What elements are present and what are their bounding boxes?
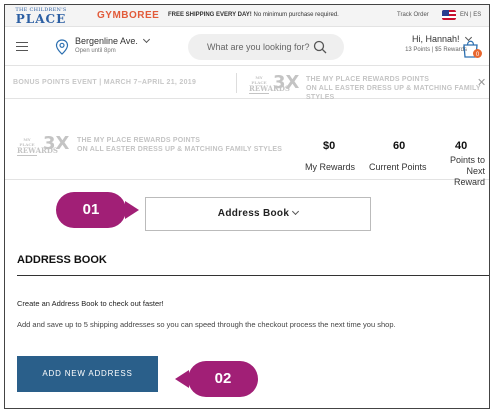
- address-book-intro: Create an Address Book to check out fast…: [17, 299, 164, 308]
- bonus-event-dates: BONUS POINTS EVENT | MARCH 7–APRIL 21, 2…: [13, 79, 197, 86]
- points-summary: 13 Points | $5 Rewards: [405, 47, 467, 53]
- language-selector[interactable]: EN | ES: [460, 12, 481, 18]
- us-flag-icon[interactable]: [442, 10, 456, 20]
- section-divider: [17, 275, 489, 276]
- callout-badge-01-label: 01: [82, 201, 100, 218]
- bonus-points-banner[interactable]: BONUS POINTS EVENT | MARCH 7–APRIL 21, 2…: [5, 67, 489, 102]
- chevron-down-icon: [292, 207, 300, 216]
- screenshot-frame: THE CHILDREN'S PLACE GYMBOREE FREE SHIPP…: [4, 4, 490, 409]
- chevron-down-icon: [143, 35, 151, 44]
- store-name: Bergenline Ave.: [75, 36, 138, 46]
- site-header: Bergenline Ave. Open until 8pm What are …: [5, 28, 489, 66]
- my-rewards-value: $0: [323, 140, 336, 152]
- points-multiplier: 3X: [273, 72, 300, 93]
- search-bar[interactable]: What are you looking for?: [188, 34, 344, 60]
- logo-place-text: PLACE: [15, 12, 67, 26]
- free-shipping-detail: No minimum purchase required.: [251, 12, 339, 18]
- rewards-promo-line-1: THE MY PLACE REWARDS POINTS: [77, 137, 201, 144]
- points-multiplier: 3X: [43, 133, 70, 154]
- my-place-rewards-logo: MY PLACE REWARDS: [249, 75, 290, 94]
- address-book-description: Add and save up to 5 shipping addresses …: [17, 320, 396, 329]
- rewards-promo-line-2: ON ALL EASTER DRESS UP & MATCHING FAMILY…: [77, 146, 283, 153]
- address-book-dropdown-text: Address Book: [217, 208, 290, 219]
- my-rewards-label: My Rewards: [305, 162, 356, 172]
- my-place-rewards-logo: MY PLACE REWARDS: [17, 137, 58, 156]
- address-book-heading: ADDRESS BOOK: [17, 254, 107, 266]
- points-to-next-label-line-1: Points to: [449, 155, 485, 165]
- store-hours: Open until 8pm: [75, 48, 116, 54]
- close-icon[interactable]: ✕: [477, 76, 486, 89]
- childrens-place-logo[interactable]: THE CHILDREN'S PLACE: [13, 7, 69, 25]
- shopping-bag-button[interactable]: 0: [461, 36, 483, 60]
- banner-promo-line-1: THE MY PLACE REWARDS POINTS: [306, 76, 430, 83]
- store-selector[interactable]: Bergenline Ave.: [75, 35, 151, 46]
- callout-badge-02: 02: [175, 361, 258, 397]
- rewards-promo-copy: THE MY PLACE REWARDS POINTS ON ALL EASTE…: [77, 136, 282, 154]
- points-to-next-label-line-2: Next Reward: [453, 166, 485, 187]
- points-to-next-label: Points to Next Reward: [433, 155, 485, 188]
- location-pin-icon[interactable]: [55, 39, 69, 55]
- banner-promo-copy: THE MY PLACE REWARDS POINTS ON ALL EASTE…: [306, 75, 489, 102]
- promo-bar: THE CHILDREN'S PLACE GYMBOREE FREE SHIPP…: [5, 5, 489, 27]
- callout-badge-01: 01: [56, 192, 139, 228]
- hamburger-menu-icon[interactable]: [16, 42, 28, 52]
- banner-divider: [236, 73, 237, 93]
- search-icon[interactable]: [313, 40, 327, 54]
- points-to-next-value: 40: [455, 140, 468, 152]
- rewards-summary: MY PLACE REWARDS 3X THE MY PLACE REWARDS…: [5, 100, 489, 187]
- search-input[interactable]: What are you looking for?: [207, 42, 310, 52]
- gymboree-logo[interactable]: GYMBOREE: [97, 10, 159, 21]
- rewards-logo-bottom-text: REWARDS: [17, 146, 58, 156]
- address-book-dropdown[interactable]: Address Book: [145, 197, 371, 231]
- current-points-value: 60: [393, 140, 406, 152]
- shopping-bag-icon: 0: [463, 40, 482, 58]
- track-order-link[interactable]: Track Order: [397, 12, 429, 18]
- current-points-label: Current Points: [369, 162, 427, 172]
- callout-badge-02-label: 02: [214, 370, 232, 387]
- free-shipping-headline: FREE SHIPPING EVERY DAY!: [168, 12, 252, 18]
- account-greeting: Hi, Hannah!: [411, 34, 460, 44]
- free-shipping-message: FREE SHIPPING EVERY DAY! No minimum purc…: [168, 12, 339, 18]
- account-menu[interactable]: Hi, Hannah!: [381, 33, 473, 44]
- address-book-dropdown-label: Address Book: [146, 198, 370, 230]
- rewards-logo-bottom-text: REWARDS: [249, 84, 290, 94]
- add-new-address-button[interactable]: ADD NEW ADDRESS: [17, 356, 158, 392]
